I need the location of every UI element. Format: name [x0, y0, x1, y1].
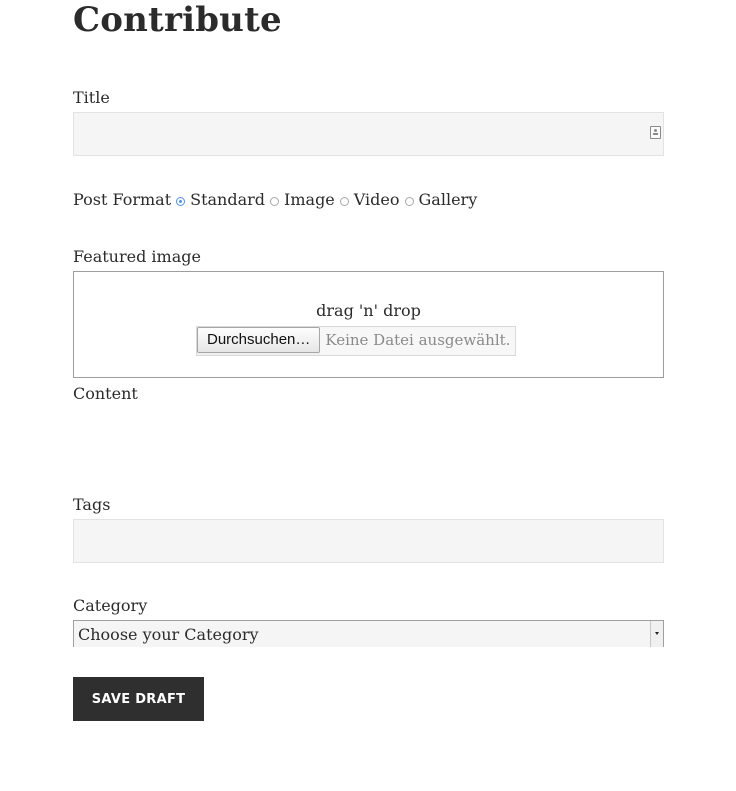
drop-text: drag 'n' drop	[316, 301, 421, 320]
radio-image[interactable]	[270, 196, 280, 206]
save-draft-button[interactable]: SAVE DRAFT	[73, 677, 204, 721]
tags-input[interactable]	[73, 519, 664, 563]
content-label: Content	[73, 384, 138, 403]
tags-label: Tags	[73, 495, 111, 514]
featured-image-dropzone[interactable]: drag 'n' drop Durchsuchen… Keine Datei a…	[73, 271, 664, 378]
category-select[interactable]: Choose your Category	[73, 620, 664, 647]
contact-card-icon[interactable]	[650, 126, 661, 139]
radio-video-label[interactable]: Video	[354, 190, 400, 210]
chevron-down-icon[interactable]	[650, 621, 663, 647]
title-label: Title	[73, 88, 110, 107]
radio-gallery[interactable]	[404, 196, 414, 206]
post-format-label: Post Format	[73, 190, 172, 209]
file-input[interactable]: Durchsuchen… Keine Datei ausgewählt.	[196, 326, 517, 356]
radio-video[interactable]	[339, 196, 349, 206]
title-input[interactable]	[73, 112, 664, 156]
browse-button[interactable]: Durchsuchen…	[197, 327, 321, 353]
radio-standard[interactable]	[176, 196, 186, 206]
featured-image-label: Featured image	[73, 247, 201, 266]
title-field-wrapper	[73, 112, 664, 156]
category-selected-value: Choose your Category	[78, 625, 259, 644]
radio-image-label[interactable]: Image	[284, 190, 335, 210]
radio-standard-label[interactable]: Standard	[190, 190, 265, 210]
file-status: Keine Datei ausgewählt.	[320, 327, 516, 355]
page-title: Contribute	[73, 0, 282, 40]
category-label: Category	[73, 596, 148, 615]
post-format-group: Post Format Standard Image Video Gallery	[73, 189, 482, 211]
radio-gallery-label[interactable]: Gallery	[419, 190, 478, 210]
